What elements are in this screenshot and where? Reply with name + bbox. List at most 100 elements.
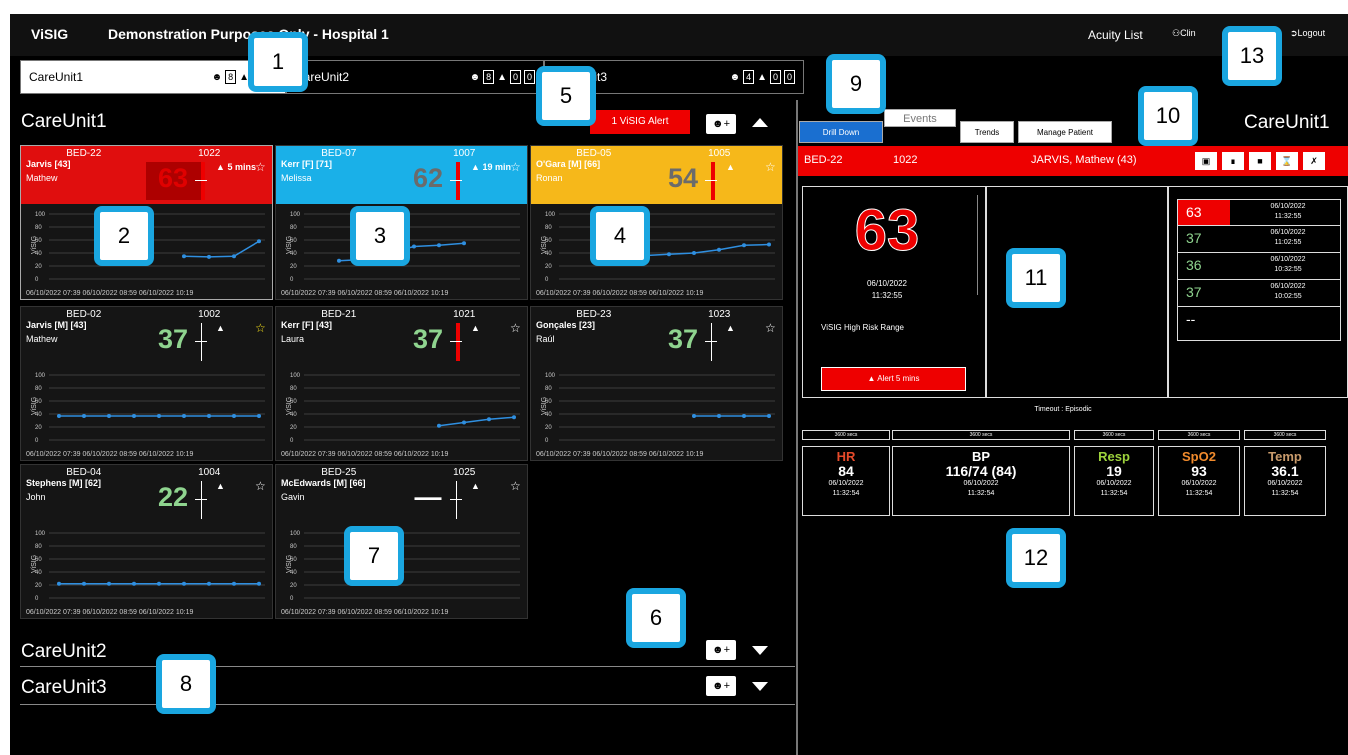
bell-icon: ▲ [726, 323, 735, 333]
risk-range: ViSIG High Risk Range [821, 323, 904, 332]
vital-hr[interactable]: HR 84 06/10/2022 11:32:54 [802, 446, 890, 516]
y-tick: 40 [35, 570, 42, 576]
trend-point [182, 413, 186, 418]
mute-icon: ✗ [1310, 156, 1318, 166]
y-tick: 0 [290, 438, 294, 444]
y-tick: 100 [35, 373, 46, 379]
bed-card[interactable]: BED-05 1005 O'Gara [M] [66] Ronan 54 ▲ ☆… [530, 145, 783, 300]
trend-point [437, 423, 441, 428]
tab-careunit2[interactable]: CareUnit2 ☻ 8 ▲ 0 0 [286, 60, 544, 94]
add-patient-button[interactable]: ☻+ [706, 114, 736, 134]
star-icon[interactable]: ☆ [765, 321, 776, 335]
history-row: -- [1177, 307, 1341, 341]
star-icon[interactable]: ☆ [765, 160, 776, 174]
trend-tick [450, 499, 462, 500]
trend-point [232, 413, 236, 418]
trend-bar [456, 323, 460, 361]
history-score: 37 [1186, 230, 1202, 246]
chart-footer: 06/10/2022 07:39 06/10/2022 08:59 06/10/… [26, 451, 194, 458]
star-icon[interactable]: ☆ [255, 321, 266, 335]
vital-date: 06/10/2022 [828, 480, 864, 487]
chart-footer: 06/10/2022 07:39 06/10/2022 08:59 06/10/… [536, 290, 704, 297]
vital-label: SpO2 [1182, 449, 1216, 464]
trend-point [132, 581, 136, 586]
timeout-secs: 3600 secs [892, 430, 1070, 440]
bell-icon: ▲ [216, 162, 225, 172]
patient-name: McEdwards [M] [66] [281, 478, 366, 488]
trend-bar [201, 481, 202, 519]
trend-point [257, 239, 261, 244]
visig-trend-chart: ViSIG100806040200 [286, 373, 520, 444]
vital-value: 36.1 [1271, 463, 1299, 479]
history-time: 11:02:55 [1274, 239, 1302, 246]
callout-badge-4: 4 [590, 206, 650, 266]
big-score: 63 [854, 198, 920, 264]
add-patient-button-unit3[interactable]: ☻+ [706, 676, 736, 696]
expand-down-icon[interactable] [752, 682, 768, 691]
top-bar: ViSIG Demonstration Purposes Only - Hosp… [10, 14, 1348, 56]
acuity-list-link[interactable]: Acuity List [1088, 28, 1143, 42]
y-tick: 0 [290, 277, 294, 283]
bed-card[interactable]: BED-21 1021 Kerr [F] [43] Laura 37 ▲ ☆ 0… [275, 306, 528, 461]
expand-down-icon[interactable] [752, 646, 768, 655]
trend-point [337, 258, 341, 263]
tab-careunit1[interactable]: CareUnit1 ☻8▲11 [20, 60, 286, 94]
trend-point [232, 581, 236, 586]
collapse-up-icon[interactable] [752, 118, 768, 127]
y-tick: 40 [35, 251, 42, 257]
callout-badge-7: 7 [344, 526, 404, 586]
star-icon[interactable]: ☆ [510, 321, 521, 335]
tab-events[interactable]: Events [884, 109, 956, 127]
star-icon[interactable]: ☆ [255, 160, 266, 174]
bed-card[interactable]: BED-02 1002 Jarvis [M] [43] Mathew 37 ▲ … [20, 306, 273, 461]
y-tick: 60 [545, 399, 552, 405]
vital-label: Temp [1268, 449, 1302, 464]
star-icon[interactable]: ☆ [255, 479, 266, 493]
score-panel: 63 06/10/2022 11:32:55 ViSIG High Risk R… [802, 186, 986, 398]
y-tick: 60 [35, 399, 42, 405]
vital-resp[interactable]: Resp 19 06/10/2022 11:32:54 [1074, 446, 1154, 516]
door-icon-button[interactable]: ∎ [1222, 152, 1244, 170]
bed-icon-button[interactable]: ▣ [1195, 152, 1217, 170]
y-tick: 80 [35, 386, 42, 392]
pane-splitter[interactable] [796, 100, 798, 755]
star-icon[interactable]: ☆ [510, 479, 521, 493]
star-icon[interactable]: ☆ [510, 160, 521, 174]
bed-number: 1007 [453, 148, 476, 159]
add-user-icon: ☻+ [712, 644, 730, 656]
divider [977, 195, 978, 295]
logout-link[interactable]: ➲Logout [1290, 28, 1325, 39]
clinician-link[interactable]: ⚇Clin [1172, 28, 1196, 39]
tab-drill-down[interactable]: Drill Down [799, 121, 883, 143]
lock-icon-button[interactable]: ■ [1249, 152, 1271, 170]
lock-icon: ■ [1257, 156, 1263, 166]
alert-timer-button[interactable]: ▲ Alert 5 mins [821, 367, 966, 391]
selected-bed-num: 1022 [893, 154, 918, 166]
trend-point [462, 241, 466, 246]
add-patient-button-unit2[interactable]: ☻+ [706, 640, 736, 660]
y-tick: 60 [290, 238, 297, 244]
mute-icon-button[interactable]: ✗ [1303, 152, 1325, 170]
brand-logo: ViSIG [31, 26, 69, 42]
callout-badge-10: 10 [1138, 86, 1198, 146]
patient-first-name: Raúl [536, 334, 555, 344]
bed-card[interactable]: BED-04 1004 Stephens [M] [62] John 22 ▲ … [20, 464, 273, 619]
vital-time: 11:32:54 [1185, 490, 1213, 497]
visig-score: 37 [667, 324, 699, 354]
bed-card[interactable]: BED-23 1023 Gonçales [23] Raúl 37 ▲ ☆ 06… [530, 306, 783, 461]
visig-alert-button[interactable]: 1 ViSIG Alert [590, 110, 690, 134]
tab-manage-patient[interactable]: Manage Patient [1018, 121, 1112, 143]
vital-temp[interactable]: Temp 36.1 06/10/2022 11:32:54 [1244, 446, 1326, 516]
y-tick: 80 [545, 225, 552, 231]
alert-info: ▲ [726, 162, 735, 172]
vital-spo2[interactable]: SpO2 93 06/10/2022 11:32:54 [1158, 446, 1240, 516]
visig-score: 63 [157, 163, 189, 193]
y-tick: 0 [35, 277, 39, 283]
y-tick: 80 [290, 386, 297, 392]
alert-info: ▲ [471, 481, 480, 491]
bed-number: 1021 [453, 309, 476, 320]
y-tick: 60 [545, 238, 552, 244]
hourglass-icon-button[interactable]: ⌛ [1276, 152, 1298, 170]
tab-trends[interactable]: Trends [960, 121, 1014, 143]
vital-bp[interactable]: BP 116/74 (84) 06/10/2022 11:32:54 [892, 446, 1070, 516]
